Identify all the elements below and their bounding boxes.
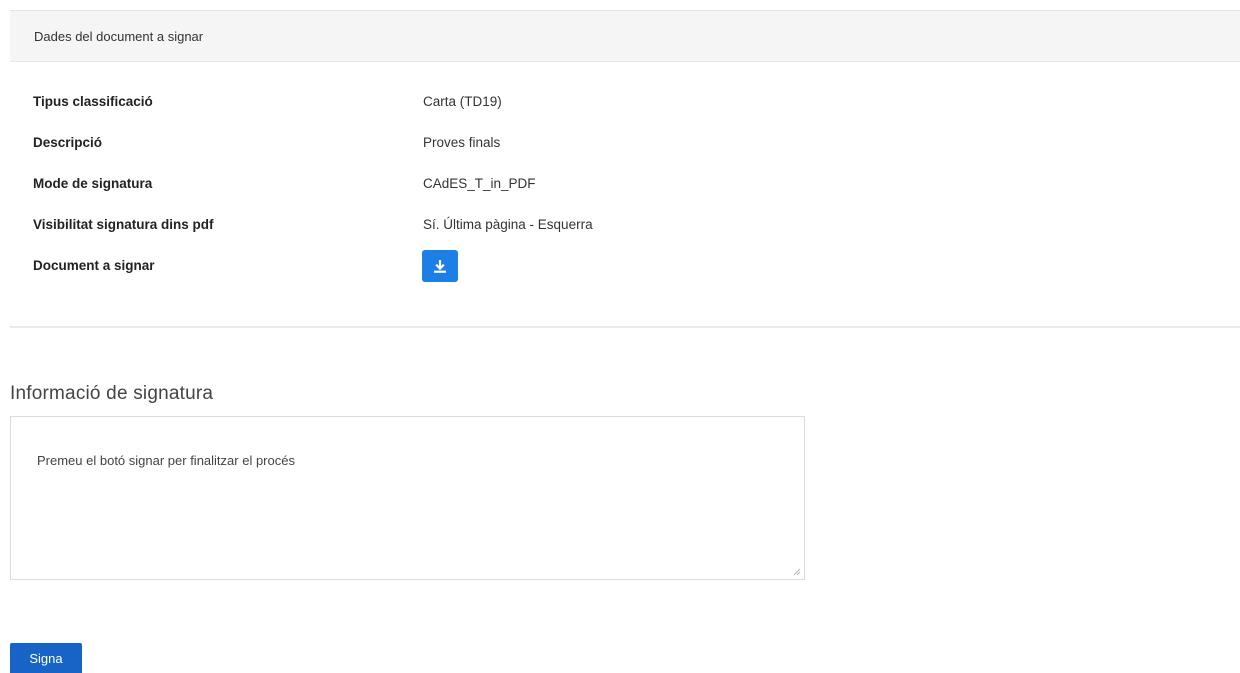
field-value: Proves finals — [423, 135, 501, 150]
signature-info-box: Premeu el botó signar per finalitzar el … — [10, 416, 805, 580]
field-label: Document a signar — [33, 258, 155, 273]
field-row-classification: Tipus classificació Carta (TD19) — [33, 94, 933, 135]
panel-heading-text: Dades del document a signar — [34, 28, 204, 44]
field-row-signature-visibility: Visibilitat signatura dins pdf Sí. Últim… — [33, 217, 933, 258]
sign-button[interactable]: Signa — [10, 643, 82, 673]
field-label: Tipus classificació — [33, 94, 153, 109]
field-row-document: Document a signar — [33, 250, 933, 299]
field-label: Descripció — [33, 135, 103, 150]
field-value: CAdES_T_in_PDF — [423, 176, 536, 191]
field-row-description: Descripció Proves finals — [33, 135, 933, 176]
document-fields: Tipus classificació Carta (TD19) Descrip… — [33, 94, 933, 299]
document-data-panel: Dades del document a signar Tipus classi… — [10, 10, 1240, 328]
field-value: Sí. Última pàgina - Esquerra — [423, 217, 593, 232]
download-document-button[interactable] — [422, 250, 458, 282]
field-row-signature-mode: Mode de signatura CAdES_T_in_PDF — [33, 176, 933, 217]
field-label: Mode de signatura — [33, 176, 153, 191]
field-label: Visibilitat signatura dins pdf — [33, 217, 214, 232]
download-icon — [434, 259, 446, 273]
field-value: Carta (TD19) — [423, 94, 502, 109]
signature-info-message: Premeu el botó signar per finalitzar el … — [37, 453, 295, 468]
resize-grip-icon[interactable] — [793, 568, 801, 576]
signature-info-title: Informació de signatura — [10, 383, 214, 404]
panel-heading: Dades del document a signar — [10, 11, 1240, 62]
